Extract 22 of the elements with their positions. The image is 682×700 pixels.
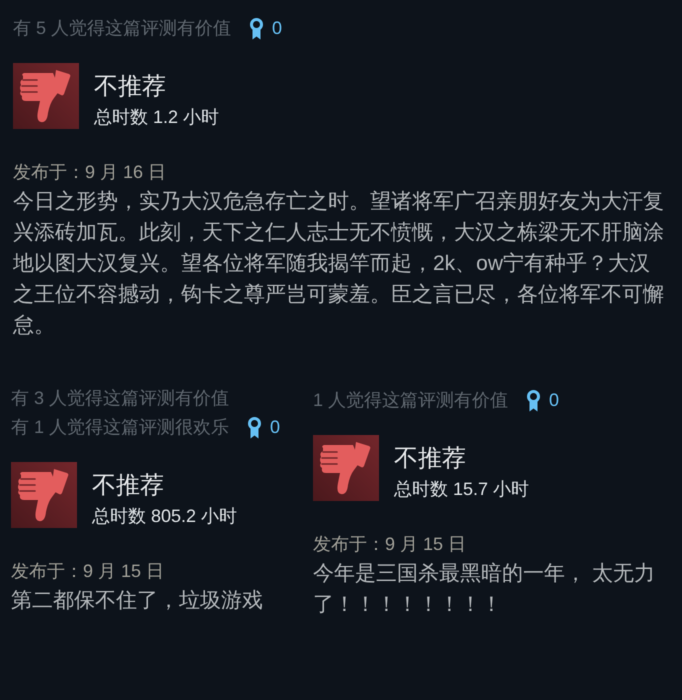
playtime-text: 总时数 805.2 小时 [92,505,238,528]
review-text: 今日之形势，实乃大汉危急存亡之时。望诸将军广召亲朋好友为大汗复兴添砖加瓦。此刻，天下之仁人志士无不愤慨，大汉之栋梁无不肝脑涂地以图大汉复兴。望各位将军随我揭竿而起，2k、ow宁有种乎？大汉之王位不容撼动，钩卡之尊严岂可蒙羞。臣之言已尽，各位将军不可懈怠。 [13,189,665,339]
review-verdict: 不推荐 [94,73,167,101]
review-text: 第二都保不住了，垃圾游戏 [11,588,264,614]
award-ribbon-icon [526,390,542,412]
award-button[interactable]: 0 [526,386,560,415]
post-date: 发布于：9 月 16 日 [13,161,166,184]
review-verdict: 不推荐 [394,445,467,473]
award-ribbon-icon [249,18,264,40]
review-verdict: 不推荐 [92,472,165,500]
award-ribbon-icon [247,416,262,438]
helpful-count-text: 1 人觉得这篇评测有价值 [313,389,508,412]
review-text: 今年是三国杀最黑暗的一年， 太无力了！！！！！！！！ [313,561,656,618]
helpful-count-text: 有 1 人觉得这篇评测很欢乐 [11,416,230,439]
helpful-count-text: 有 3 人觉得这篇评测有价值 [11,387,230,410]
playtime-text: 总时数 1.2 小时 [94,106,220,129]
post-date: 发布于：9 月 15 日 [313,533,466,556]
playtime-text: 总时数 15.7 小时 [394,478,530,501]
helpful-count-text: 有 5 人觉得这篇评测有价值 [13,17,232,40]
award-button[interactable]: 0 [247,413,280,442]
post-date: 发布于：9 月 15 日 [11,560,164,583]
award-button[interactable]: 0 [249,14,282,43]
